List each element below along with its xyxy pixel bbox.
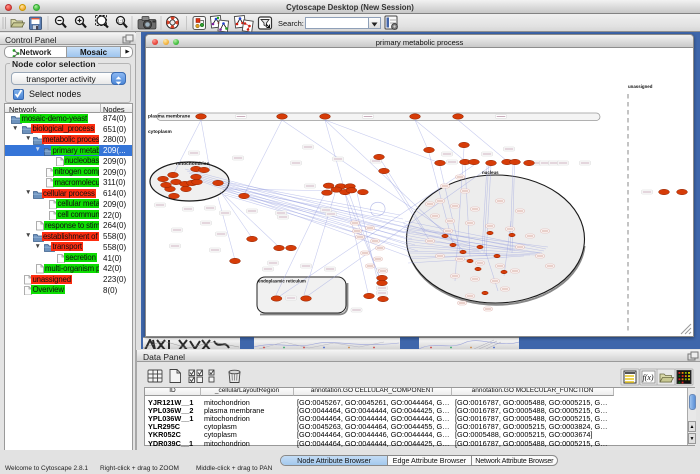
svg-text:cytoplasm: cytoplasm: [148, 129, 172, 135]
svg-text:unassigned: unassigned: [628, 84, 653, 89]
svg-text:endoplasmic reticulum: endoplasmic reticulum: [258, 279, 306, 284]
svg-text:nucleus: nucleus: [482, 170, 499, 175]
svg-text:mitochondrion: mitochondrion: [176, 161, 210, 167]
svg-text:1:1: 1:1: [117, 19, 124, 24]
svg-text:plasma membrane: plasma membrane: [148, 114, 190, 120]
svg-text:f(x): f(x): [642, 373, 653, 382]
